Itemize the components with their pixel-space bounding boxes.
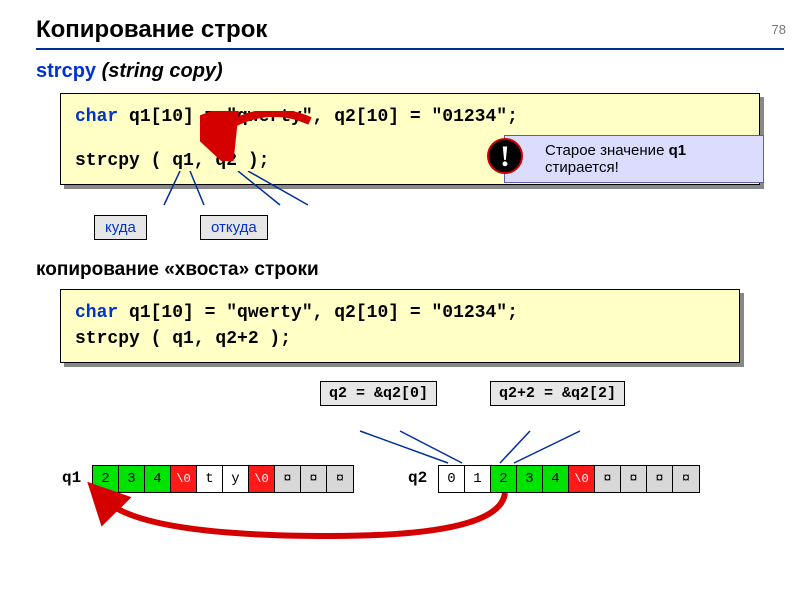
subtitle: strcpy (string copy) xyxy=(36,60,800,83)
exclamation-icon: ! xyxy=(487,138,523,174)
q1-memory: 234\0ty\0¤¤¤ xyxy=(92,465,354,493)
mem-cell: \0 xyxy=(569,466,595,492)
code-box-2-wrap: char q1[10] = "qwerty", q2[10] = "01234"… xyxy=(60,289,740,363)
expr-row: q2 = &q2[0] q2+2 = &q2[2] xyxy=(0,363,800,413)
code2-kw: char xyxy=(75,303,118,323)
code-box-1-wrap: char q1[10] = "qwerty", q2[10] = "01234"… xyxy=(60,93,760,185)
title-divider xyxy=(36,48,784,50)
mem-cell: \0 xyxy=(171,466,197,492)
q2-memory: 01234\0¤¤¤¤ xyxy=(438,465,700,493)
code1-kw: char xyxy=(75,107,118,127)
warn-text-c: стирается! xyxy=(545,159,619,176)
code2-rest: q1[10] = "qwerty", q2[10] = "01234"; xyxy=(118,303,518,323)
mem-cell: ¤ xyxy=(621,466,647,492)
q1-label: q1 xyxy=(62,469,81,487)
mem-cell: y xyxy=(223,466,249,492)
label-otkuda: откуда xyxy=(200,215,268,240)
mem-cell: ¤ xyxy=(301,466,327,492)
mem-cell: t xyxy=(197,466,223,492)
memory-section: q1 234\0ty\0¤¤¤ q2 01234\0¤¤¤¤ xyxy=(0,441,800,561)
mem-cell: 1 xyxy=(465,466,491,492)
mem-cell: 4 xyxy=(145,466,171,492)
subheading-tail-copy: копирование «хвоста» строки xyxy=(36,259,800,281)
mem-cell: 3 xyxy=(119,466,145,492)
mem-cell: 2 xyxy=(93,466,119,492)
warn-text-a: Старое значение xyxy=(545,142,669,159)
mem-cell: ¤ xyxy=(647,466,673,492)
warning-box: ! Старое значение q1 стирается! xyxy=(504,135,764,183)
page-title: Копирование строк xyxy=(36,16,800,44)
warn-text-b: q1 xyxy=(669,142,687,159)
mem-cell: ¤ xyxy=(595,466,621,492)
expr-q2plus2: q2+2 = &q2[2] xyxy=(490,381,625,406)
mem-cell: 2 xyxy=(491,466,517,492)
label-kuda: куда xyxy=(94,215,147,240)
subtitle-fn: strcpy xyxy=(36,60,96,82)
code-box-2: char q1[10] = "qwerty", q2[10] = "01234"… xyxy=(60,289,740,363)
code1-rest: q1[10] = "qwerty", q2[10] = "01234"; xyxy=(118,107,518,127)
pointer-labels-row: куда откуда xyxy=(60,215,800,243)
mem-cell: ¤ xyxy=(275,466,301,492)
mem-cell: 3 xyxy=(517,466,543,492)
subtitle-desc: (string copy) xyxy=(102,60,223,82)
code1-line1: char q1[10] = "qwerty", q2[10] = "01234"… xyxy=(75,104,745,130)
mem-cell: ¤ xyxy=(327,466,353,492)
page-number: 78 xyxy=(772,22,786,37)
code2-line1: char q1[10] = "qwerty", q2[10] = "01234"… xyxy=(75,300,725,326)
mem-cell: \0 xyxy=(249,466,275,492)
expr-pointer-lines xyxy=(0,411,800,471)
mem-cell: ¤ xyxy=(673,466,699,492)
mem-cell: 0 xyxy=(439,466,465,492)
expr-q2: q2 = &q2[0] xyxy=(320,381,437,406)
mem-cell: 4 xyxy=(543,466,569,492)
q2-label: q2 xyxy=(408,469,427,487)
code2-line2: strcpy ( q1, q2+2 ); xyxy=(75,326,725,352)
